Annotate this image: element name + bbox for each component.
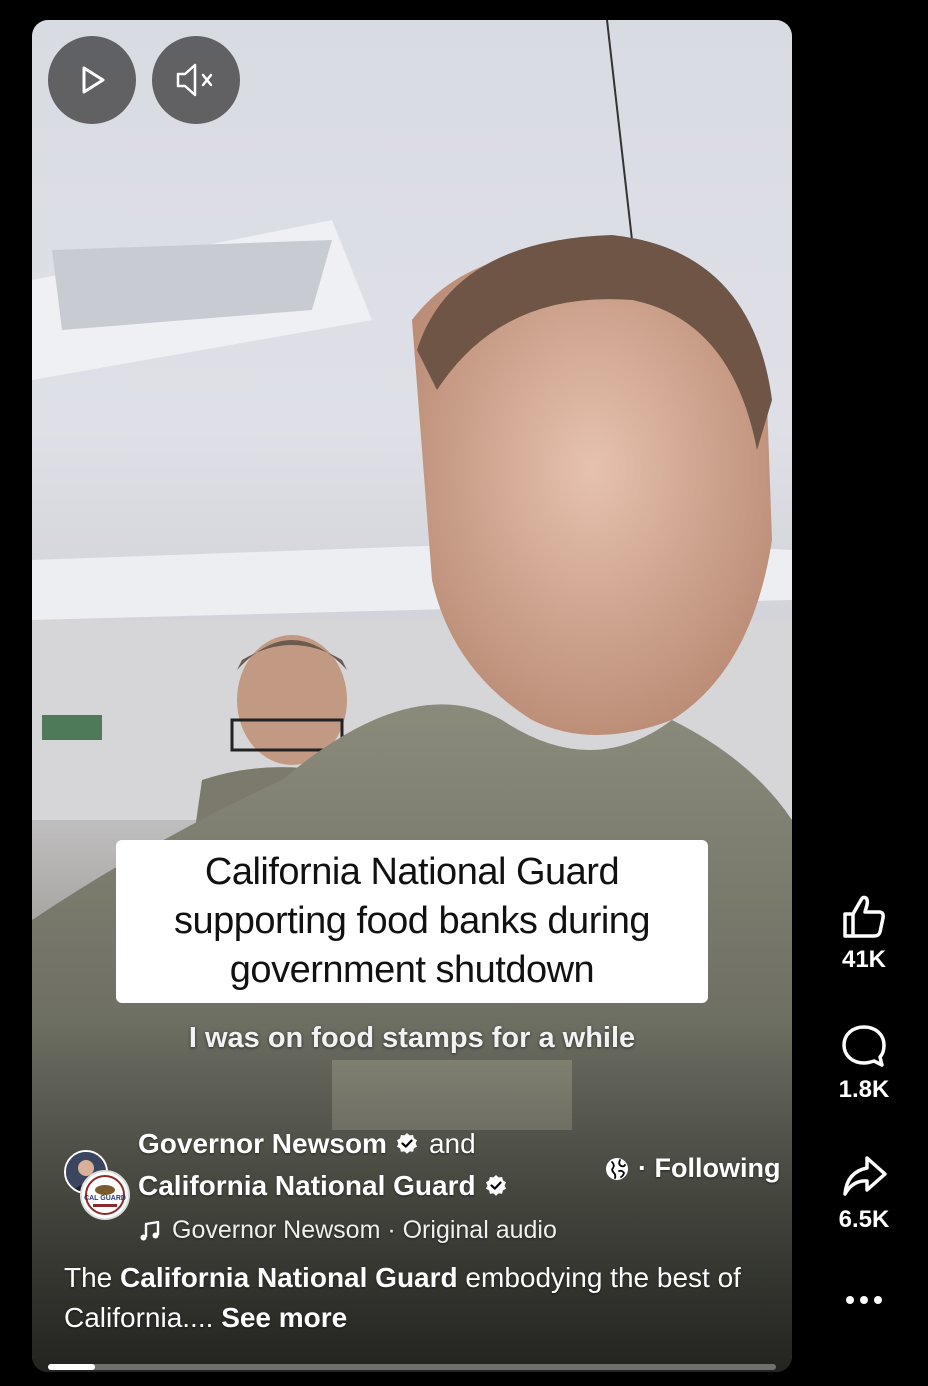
verified-badge-icon bbox=[485, 1175, 506, 1196]
globe-icon bbox=[606, 1157, 628, 1180]
share-arrow-icon bbox=[843, 1156, 887, 1196]
description-prefix: The bbox=[64, 1262, 121, 1293]
share-count: 6.5K bbox=[838, 1206, 890, 1233]
author-avatars[interactable]: CAL GUARD bbox=[64, 1150, 134, 1220]
description-bold: California National Guard bbox=[120, 1262, 458, 1293]
play-button[interactable] bbox=[48, 36, 136, 124]
svg-text:CAL GUARD: CAL GUARD bbox=[84, 1195, 126, 1202]
music-note-icon bbox=[140, 1220, 160, 1240]
post-description: The California National Guard embodying … bbox=[64, 1258, 744, 1338]
mute-button[interactable] bbox=[152, 36, 240, 124]
see-more-link[interactable]: See more bbox=[221, 1302, 347, 1333]
following-label: · Following bbox=[638, 1153, 781, 1183]
author-line-primary: Governor Newsom and bbox=[138, 1128, 476, 1160]
audio-label: Governor Newsom · Original audio bbox=[172, 1216, 557, 1244]
video-caption: California National Guard supporting foo… bbox=[173, 851, 651, 991]
muted-speaker-icon bbox=[176, 63, 213, 97]
more-options-button[interactable] bbox=[812, 1292, 916, 1308]
thumbs-up-icon bbox=[843, 895, 885, 938]
verified-badge-icon bbox=[396, 1133, 417, 1154]
video-caption-box: California National Guard supporting foo… bbox=[116, 840, 708, 1003]
share-action[interactable]: 6.5K bbox=[812, 1152, 916, 1234]
like-count: 41K bbox=[841, 946, 887, 973]
like-action[interactable]: 41K bbox=[812, 892, 916, 974]
following-status[interactable]: · Following bbox=[604, 1153, 780, 1184]
more-horizontal-icon bbox=[846, 1296, 882, 1304]
author-california-national-guard[interactable]: California National Guard bbox=[138, 1170, 476, 1202]
video-progress-fill bbox=[48, 1364, 96, 1370]
author-line-secondary: California National Guard bbox=[138, 1170, 508, 1202]
video-player[interactable]: California National Guard supporting foo… bbox=[32, 20, 792, 1372]
author-conjunction: and bbox=[428, 1128, 476, 1159]
comment-action[interactable]: 1.8K bbox=[812, 1022, 916, 1104]
avatar-california-national-guard[interactable]: CAL GUARD bbox=[80, 1170, 130, 1220]
comment-bubble-icon bbox=[842, 1025, 886, 1067]
video-subtitle: I was on food stamps for a while bbox=[188, 1022, 636, 1054]
audio-attribution[interactable]: Governor Newsom · Original audio bbox=[138, 1216, 557, 1245]
play-icon bbox=[82, 66, 105, 94]
author-governor-newsom[interactable]: Governor Newsom bbox=[138, 1128, 387, 1160]
comment-count: 1.8K bbox=[838, 1076, 890, 1103]
cal-guard-logo-icon: CAL GUARD bbox=[83, 1173, 127, 1217]
video-progress-bar[interactable] bbox=[48, 1364, 776, 1370]
